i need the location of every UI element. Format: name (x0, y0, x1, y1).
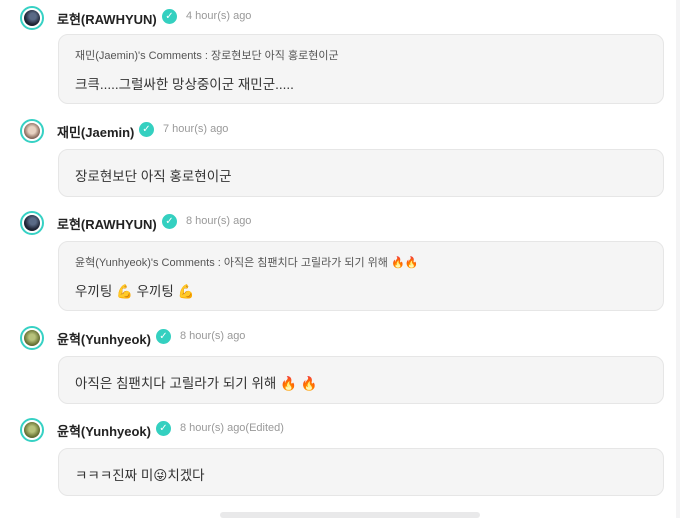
comment-bubble: 아직은 침팬치다 고릴라가 되기 위해 🔥 🔥 (58, 356, 664, 404)
comment-bubble: ㅋㅋㅋ진짜 미😜치겠다 (58, 448, 664, 496)
comment-text: 우끼팅 💪 우끼팅 💪 (75, 284, 195, 299)
author-name[interactable]: 로현(RAWHYUN) (57, 214, 157, 233)
comment-text: 장로현보단 아직 홍로현이군 (75, 169, 232, 184)
avatar[interactable] (20, 326, 44, 350)
comment-item: 로현(RAWHYUN) ✓ 8 hour(s) ago 윤혁(Yunhyeok)… (20, 211, 666, 313)
comment-header: 재민(Jaemin) ✓ 7 hour(s) ago (20, 119, 666, 145)
comment-header: 윤혁(Yunhyeok) ✓ 8 hour(s) ago (20, 326, 666, 352)
avatar[interactable] (20, 211, 44, 235)
comments-panel: 로현(RAWHYUN) ✓ 4 hour(s) ago 재민(Jaemin)'s… (0, 0, 676, 518)
comment-time: 7 hour(s) ago (163, 123, 229, 135)
comment-header: 로현(RAWHYUN) ✓ 8 hour(s) ago (20, 211, 666, 237)
comment-item: 재민(Jaemin) ✓ 7 hour(s) ago 장로현보단 아직 홍로현이… (20, 119, 666, 199)
author-name[interactable]: 윤혁(Yunhyeok) (57, 421, 151, 440)
comment-text: ㅋㅋㅋ진짜 미😜치겠다 (75, 468, 205, 483)
comment-bubble: 재민(Jaemin)'s Comments : 장로현보단 아직 홍로현이군 크… (58, 34, 664, 104)
comment-text: 아직은 침팬치다 고릴라가 되기 위해 🔥 🔥 (75, 376, 318, 391)
comment-time: 4 hour(s) ago (186, 10, 252, 22)
avatar[interactable] (20, 6, 44, 30)
comment-time: 8 hour(s) ago(Edited) (180, 422, 284, 434)
comment-item: 윤혁(Yunhyeok) ✓ 8 hour(s) ago(Edited) ㅋㅋㅋ… (20, 418, 666, 500)
author-name[interactable]: 윤혁(Yunhyeok) (57, 329, 151, 348)
verified-check-icon: ✓ (156, 329, 171, 344)
author-name[interactable]: 로현(RAWHYUN) (57, 9, 157, 28)
comment-time: 8 hour(s) ago (180, 330, 246, 342)
comment-text: 크큭.....그럴싸한 망상중이군 재민군..... (75, 77, 294, 92)
verified-check-icon: ✓ (162, 214, 177, 229)
comment-time: 8 hour(s) ago (186, 215, 252, 227)
scroll-indicator (220, 512, 480, 518)
avatar[interactable] (20, 418, 44, 442)
verified-check-icon: ✓ (139, 122, 154, 137)
quoted-comment: 재민(Jaemin)'s Comments : 장로현보단 아직 홍로현이군 (75, 50, 339, 62)
comment-header: 로현(RAWHYUN) ✓ 4 hour(s) ago (20, 6, 666, 32)
comment-item: 로현(RAWHYUN) ✓ 4 hour(s) ago 재민(Jaemin)'s… (20, 6, 666, 106)
comment-bubble: 윤혁(Yunhyeok)'s Comments : 아직은 침팬치다 고릴라가 … (58, 241, 664, 311)
comment-item: 윤혁(Yunhyeok) ✓ 8 hour(s) ago 아직은 침팬치다 고릴… (20, 326, 666, 406)
comment-bubble: 장로현보단 아직 홍로현이군 (58, 149, 664, 197)
author-name[interactable]: 재민(Jaemin) (57, 122, 134, 141)
quoted-comment: 윤혁(Yunhyeok)'s Comments : 아직은 침팬치다 고릴라가 … (75, 257, 419, 269)
comment-header: 윤혁(Yunhyeok) ✓ 8 hour(s) ago(Edited) (20, 418, 666, 444)
avatar[interactable] (20, 119, 44, 143)
verified-check-icon: ✓ (162, 9, 177, 24)
verified-check-icon: ✓ (156, 421, 171, 436)
